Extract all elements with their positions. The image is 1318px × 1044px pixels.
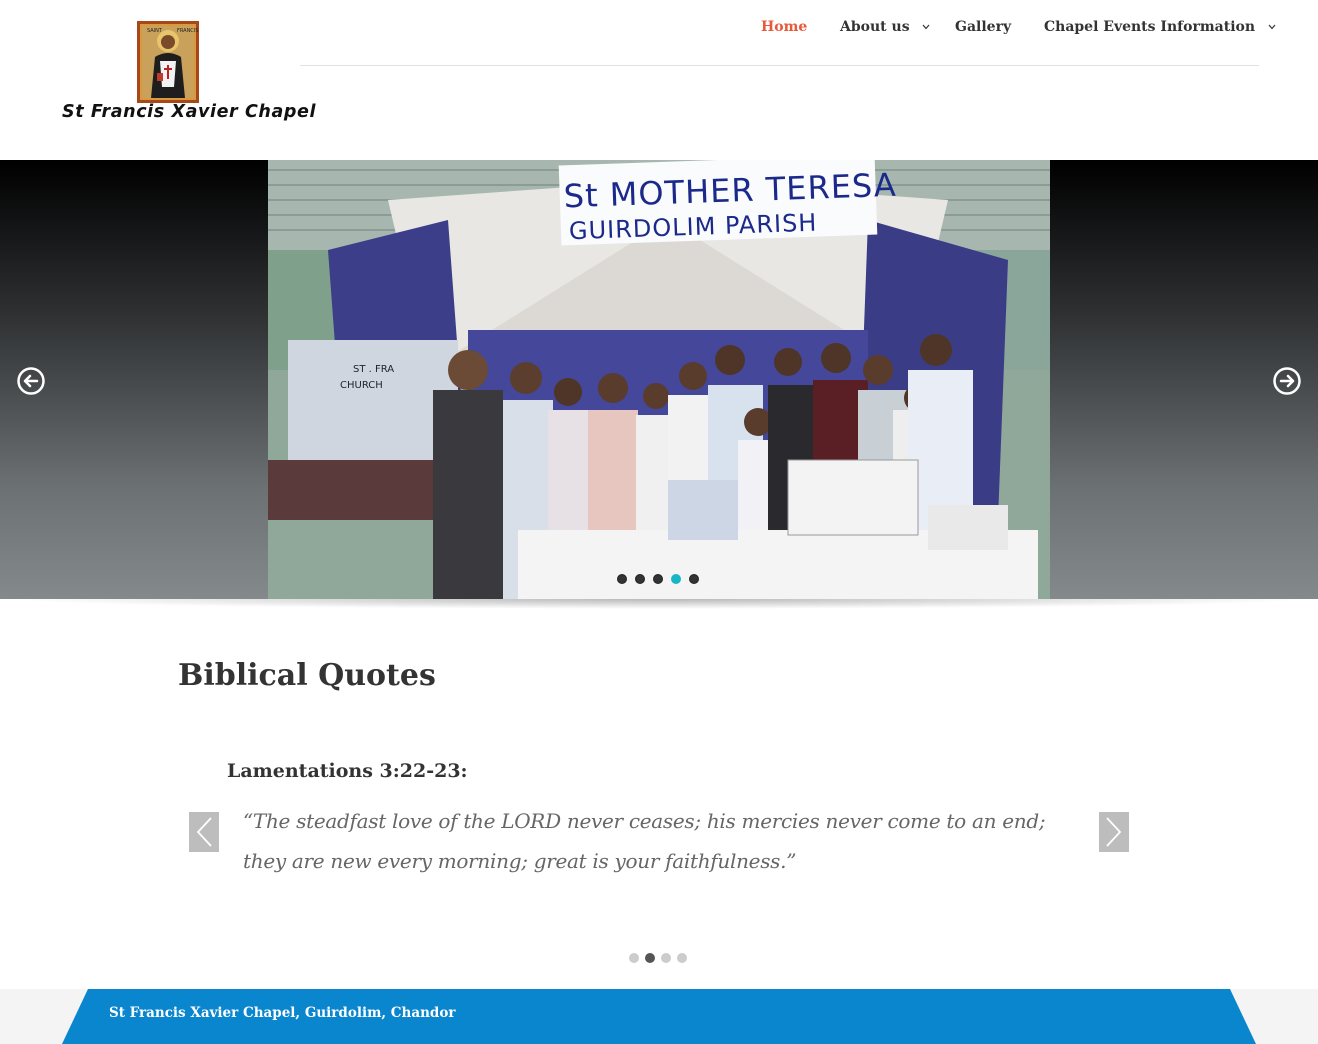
quote-dot-active[interactable] [645, 953, 655, 963]
site-logo[interactable]: SAINT FRANCIS St Francis Xavier Chapel [62, 20, 317, 130]
hero-slider: ST . FRA CHURCH St MOTHER TERESA GUIRDOL… [0, 160, 1318, 599]
nav-gallery-label: Gallery [955, 19, 1012, 35]
quote-dot[interactable] [661, 953, 671, 963]
slider-dot[interactable] [689, 574, 699, 584]
chevron-left-icon [196, 817, 212, 847]
section-title: Biblical Quotes [178, 658, 436, 693]
nav-about-us[interactable]: About us [840, 19, 930, 35]
quote-prev-button[interactable] [189, 812, 219, 852]
nav-chapel-events[interactable]: Chapel Events Information [1044, 19, 1276, 35]
slide-image: ST . FRA CHURCH St MOTHER TERESA GUIRDOL… [268, 160, 1050, 599]
logo-text: St Francis Xavier Chapel [62, 102, 317, 122]
arrow-left-circle-icon [17, 367, 45, 395]
slider-shadow [0, 599, 1318, 609]
quote-next-button[interactable] [1099, 812, 1129, 852]
chevron-right-icon [1106, 817, 1122, 847]
nav-home[interactable]: Home [761, 19, 807, 35]
chevron-down-icon [1268, 24, 1276, 30]
quote-dot[interactable] [629, 953, 639, 963]
footer-text: St Francis Xavier Chapel, Guirdolim, Cha… [109, 1005, 456, 1021]
slider-dot-active[interactable] [671, 574, 681, 584]
slider-dot[interactable] [653, 574, 663, 584]
quote-dot[interactable] [677, 953, 687, 963]
svg-text:ST . FRA: ST . FRA [353, 364, 394, 375]
main-nav: Home About us Gallery Chapel Events Info… [300, 0, 1276, 66]
nav-about-us-label: About us [840, 19, 910, 35]
nav-chapel-events-label: Chapel Events Information [1044, 19, 1256, 35]
nav-home-label: Home [761, 19, 808, 35]
svg-text:FRANCIS: FRANCIS [177, 28, 198, 34]
slide-photo: ST . FRA CHURCH St MOTHER TERESA GUIRDOL… [268, 160, 1050, 599]
chevron-down-icon [922, 24, 930, 30]
svg-text:SAINT: SAINT [147, 28, 163, 34]
site-header: SAINT FRANCIS St Francis Xavier Chapel H… [0, 0, 1318, 160]
nav-gallery[interactable]: Gallery [955, 19, 1011, 35]
slider-dot[interactable] [617, 574, 627, 584]
arrow-right-circle-icon [1273, 367, 1301, 395]
slider-dot[interactable] [635, 574, 645, 584]
saint-icon: SAINT FRANCIS [137, 21, 199, 103]
quote-reference: Lamentations 3:22-23: [227, 760, 468, 782]
svg-text:CHURCH: CHURCH [340, 380, 383, 391]
site-footer: St Francis Xavier Chapel, Guirdolim, Cha… [0, 989, 1318, 1044]
slider-next-button[interactable] [1272, 366, 1302, 396]
slider-prev-button[interactable] [16, 366, 46, 396]
quote-text: “The steadfast love of the LORD never ce… [243, 809, 1046, 873]
